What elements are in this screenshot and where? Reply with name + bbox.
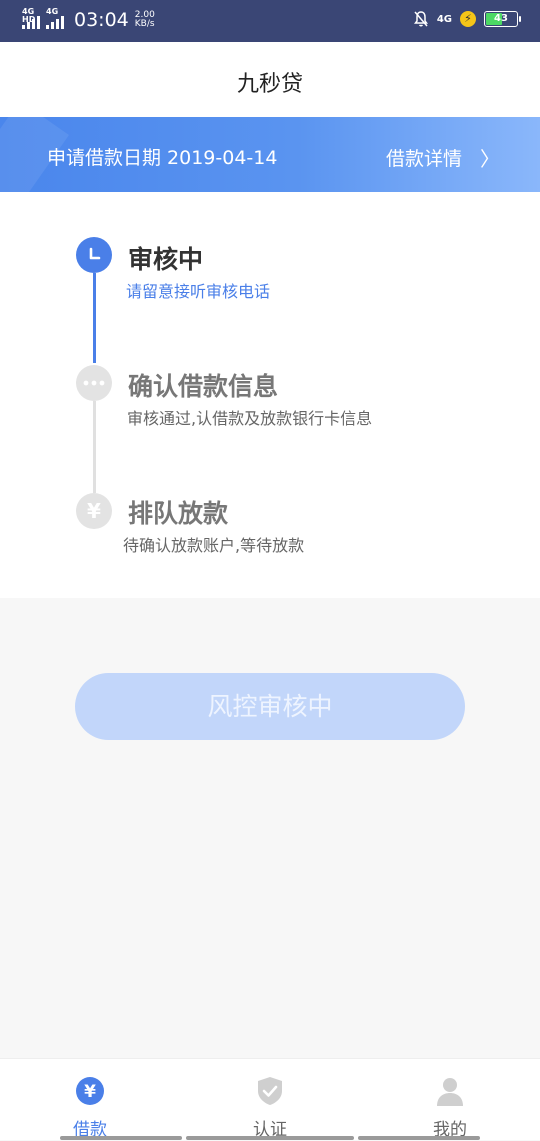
svg-text:¥: ¥ [84, 1082, 96, 1102]
yen-coin-icon: ¥ [76, 1077, 104, 1105]
gesture-bar-left [60, 1136, 182, 1140]
loan-detail-label: 借款详情 [385, 148, 462, 170]
battery-icon: 43 [484, 11, 521, 27]
step-connector-inactive [93, 401, 96, 493]
tab-mine[interactable]: 我的 [360, 1059, 540, 1141]
application-date: 申请借款日期 2019-04-14 [47, 147, 278, 169]
signal-sim1-icon: 4G HD [22, 7, 40, 29]
tab-loan[interactable]: ¥ 借款 [0, 1059, 180, 1141]
status-bar: 4G HD 4G 03:04 2.00 KB/s 4G ⚡ 43 [0, 0, 540, 42]
step-title-confirm: 确认借款信息 [128, 372, 279, 401]
tab-verify[interactable]: 认证 [180, 1059, 360, 1141]
risk-review-button[interactable]: 风控审核中 [75, 673, 465, 740]
sim2-label: 4G [46, 7, 59, 16]
step-subtitle-reviewing: 请留意接听审核电话 [126, 282, 271, 301]
user-icon [437, 1078, 463, 1106]
loan-date-banner: 申请借款日期 2019-04-14 借款详情 〉 [0, 117, 540, 192]
step-connector-active [93, 273, 96, 363]
network-speed: 2.00 KB/s [135, 11, 155, 29]
loan-detail-link[interactable]: 借款详情 〉 [386, 143, 500, 172]
signal-sim2-icon: 4G [46, 7, 64, 29]
page-title: 九秒贷 [236, 72, 303, 97]
gesture-bar-right [358, 1136, 480, 1140]
dots-icon [76, 365, 112, 401]
speed-unit: KB/s [134, 19, 155, 29]
step-subtitle-queue: 待确认放款账户,等待放款 [123, 536, 305, 555]
yen-icon: ¥ [76, 493, 112, 529]
sim1-label: 4G HD [22, 7, 36, 24]
shield-check-icon [258, 1077, 282, 1105]
chevron-right-icon: 〉 [480, 147, 500, 171]
charging-icon: ⚡ [460, 11, 476, 27]
battery-level: 43 [494, 13, 508, 24]
bottom-tab-bar: ¥ 借款 认证 我的 [0, 1058, 540, 1140]
status-right: 4G ⚡ 43 [413, 10, 521, 28]
bell-muted-icon [413, 11, 428, 27]
clock-icon [76, 237, 112, 273]
status-left: 4G HD 4G 03:04 2.00 KB/s [22, 7, 155, 31]
network-type: 4G [436, 13, 452, 25]
app-header: 九秒贷 [0, 42, 540, 117]
clock: 03:04 [74, 9, 129, 31]
step-title-reviewing: 审核中 [128, 245, 204, 274]
progress-steps: 审核中 请留意接听审核电话 确认借款信息 审核通过,认借款及放款银行卡信息 ¥ … [0, 192, 540, 598]
step-subtitle-confirm: 审核通过,认借款及放款银行卡信息 [127, 409, 373, 428]
step-title-queue: 排队放款 [128, 499, 229, 528]
gesture-bar-middle [186, 1136, 354, 1140]
